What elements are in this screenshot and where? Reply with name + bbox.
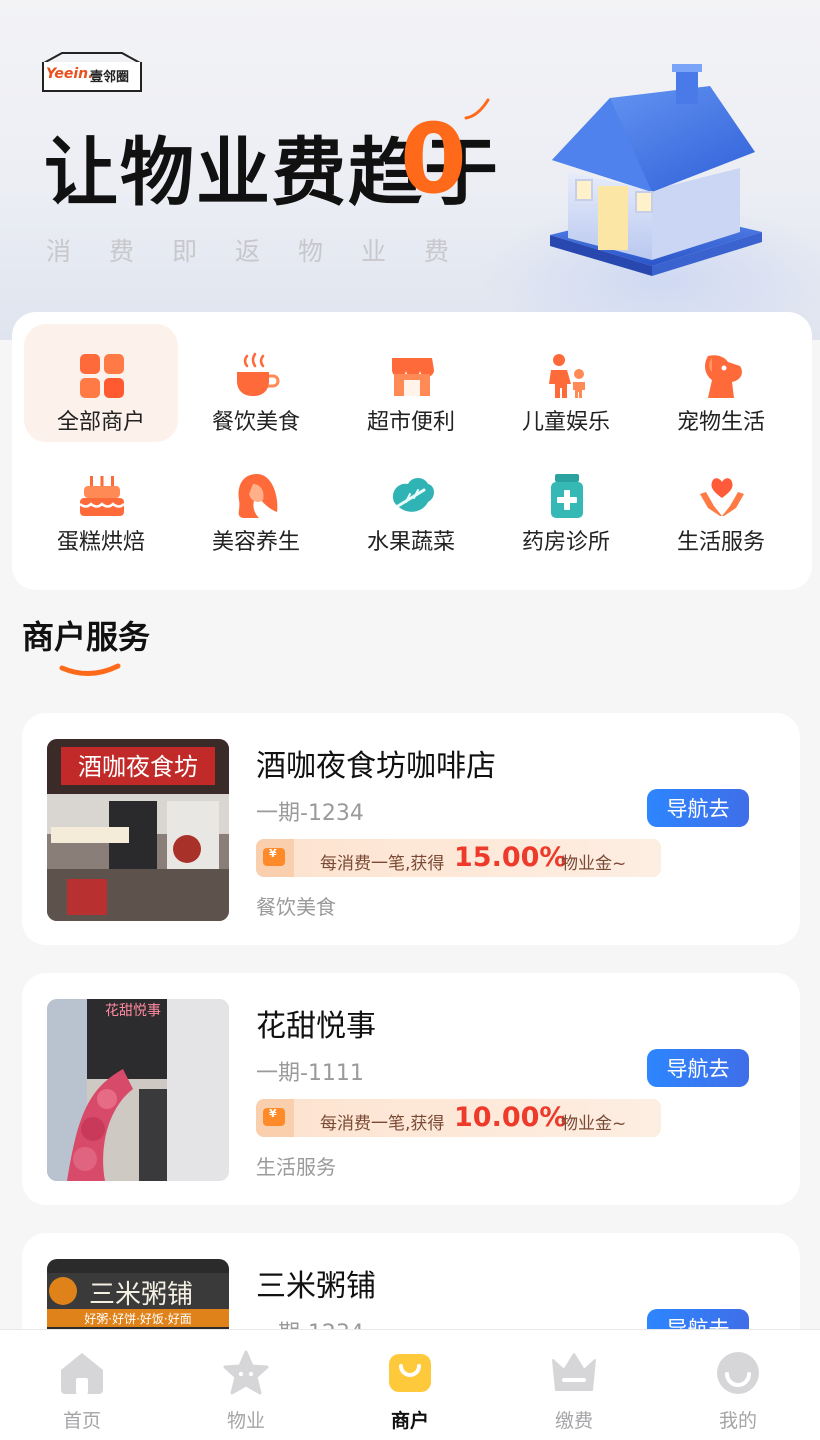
category-label: 美容养生 — [211, 530, 300, 555]
category-label: 水果蔬菜 — [366, 530, 455, 555]
tab-label: 物业 — [226, 1410, 265, 1432]
category-pets[interactable]: 宠物生活 — [644, 324, 798, 442]
dog-icon — [705, 355, 742, 398]
category-label: 宠物生活 — [676, 410, 765, 435]
crown-icon — [552, 1353, 596, 1391]
section-title: 商户服务 — [22, 618, 151, 656]
bottom-tab-bar: 首页 物业 商户 缴费 我的 — [0, 1329, 820, 1440]
category-produce[interactable]: 水果蔬菜 — [334, 444, 488, 562]
category-pharmacy[interactable]: 药房诊所 — [489, 444, 643, 562]
merchant-photo: 酒咖夜食坊 — [47, 739, 229, 921]
medicine-bottle-icon — [551, 474, 583, 518]
category-label: 超市便利 — [366, 410, 455, 435]
navigate-button[interactable]: 导航去 — [647, 1049, 749, 1087]
merchant-address: 一期-1111 — [256, 1061, 364, 1086]
logo-text-en: Yeein. — [46, 66, 94, 82]
banner-subline: 消费即返物业费 — [46, 237, 488, 266]
tab-profile[interactable]: 我的 — [656, 1330, 820, 1440]
merchant-card[interactable]: 酒咖夜食坊 酒咖夜食坊咖啡店 一期-1234 导航去 ¥ 每消费一笔,获得 15… — [22, 713, 800, 945]
sign-text: 酒咖夜食坊 — [78, 753, 198, 781]
yuan-coin-icon: ¥ — [256, 839, 294, 877]
merchant-address: 一期-1234 — [256, 801, 364, 826]
category-supermarket[interactable]: 超市便利 — [334, 324, 488, 442]
category-label: 药房诊所 — [521, 530, 610, 555]
reward-percent: 15.00% — [454, 842, 567, 873]
merchant-category: 餐饮美食 — [256, 895, 336, 919]
reward-prefix: 每消费一笔,获得 — [320, 1114, 445, 1134]
woman-face-icon — [238, 474, 278, 518]
reward-prefix: 每消费一笔,获得 — [320, 854, 445, 874]
tab-home[interactable]: 首页 — [0, 1330, 164, 1440]
category-bakery[interactable]: 蛋糕烘焙 — [24, 444, 178, 562]
reward-suffix: 物业金~ — [561, 854, 627, 874]
sign-text: 三米粥铺 — [89, 1280, 193, 1310]
merchant-page: Yeein. 壹邻圈 让物业费趋于 0 消费即返物业费 全部商户 餐饮美食 超市… — [0, 0, 820, 1440]
tab-label: 我的 — [718, 1410, 757, 1432]
category-label: 餐饮美食 — [211, 410, 300, 435]
section-underline-icon — [59, 663, 121, 676]
category-kids[interactable]: 儿童娱乐 — [489, 324, 643, 442]
tab-label: 商户 — [390, 1410, 429, 1432]
category-label: 儿童娱乐 — [521, 410, 610, 435]
category-label: 生活服务 — [676, 530, 765, 555]
store-icon — [392, 358, 434, 396]
tab-merchants[interactable]: 商户 — [328, 1330, 492, 1440]
category-beauty[interactable]: 美容养生 — [179, 444, 333, 562]
merchant-photo: 花甜悦事 — [47, 999, 229, 1181]
yuan-coin-icon: ¥ — [256, 1099, 294, 1137]
tab-payment[interactable]: 缴费 — [492, 1330, 656, 1440]
home-icon — [61, 1353, 103, 1394]
reward-percent: 10.00% — [454, 1102, 567, 1133]
category-label: 蛋糕烘焙 — [56, 530, 145, 555]
merchant-category: 生活服务 — [256, 1155, 336, 1179]
hero-banner[interactable]: Yeein. 壹邻圈 让物业费趋于 0 消费即返物业费 — [0, 0, 820, 340]
merchant-name: 花甜悦事 — [256, 1009, 376, 1044]
banner-headline-zero: 0 — [400, 103, 467, 215]
category-food[interactable]: 餐饮美食 — [179, 324, 333, 442]
reward-banner: ¥ 每消费一笔,获得 10.00% 物业金~ — [256, 1099, 661, 1137]
category-all[interactable]: 全部商户 — [24, 324, 178, 442]
grid-icon — [80, 354, 124, 398]
brand-logo: Yeein. 壹邻圈 — [42, 52, 142, 92]
shopping-bag-icon — [389, 1354, 431, 1392]
merchant-name: 酒咖夜食坊咖啡店 — [256, 749, 496, 784]
category-grid: 全部商户 餐饮美食 超市便利 儿童娱乐 宠物生活 蛋糕烘焙 美容养生 水果蔬菜 … — [12, 312, 812, 590]
parent-child-icon — [549, 354, 585, 398]
vegetable-icon — [392, 478, 434, 512]
cake-icon — [79, 476, 125, 516]
category-services[interactable]: 生活服务 — [644, 444, 798, 562]
coffee-cup-icon — [237, 352, 280, 396]
star-icon — [223, 1350, 269, 1395]
sign-text: 花甜悦事 — [105, 1003, 161, 1019]
logo-text-cn: 壹邻圈 — [90, 70, 130, 85]
reward-suffix: 物业金~ — [561, 1114, 627, 1134]
sign-subtext: 好粥·好饼·好饭·好面 — [84, 1312, 191, 1326]
smile-icon — [717, 1352, 759, 1394]
navigate-button[interactable]: 导航去 — [647, 789, 749, 827]
tab-property[interactable]: 物业 — [164, 1330, 328, 1440]
tab-label: 缴费 — [554, 1410, 593, 1432]
house-icon — [550, 64, 762, 276]
reward-banner: ¥ 每消费一笔,获得 15.00% 物业金~ — [256, 839, 661, 877]
merchant-name: 三米粥铺 — [256, 1269, 376, 1304]
category-label: 全部商户 — [56, 410, 145, 435]
merchant-card[interactable]: 花甜悦事 花甜悦事 一期-1111 导航去 ¥ 每消费一笔,获得 10.00% … — [22, 973, 800, 1205]
accent-arc-icon — [464, 98, 490, 120]
tab-label: 首页 — [62, 1410, 101, 1432]
heart-hands-icon — [700, 478, 744, 516]
